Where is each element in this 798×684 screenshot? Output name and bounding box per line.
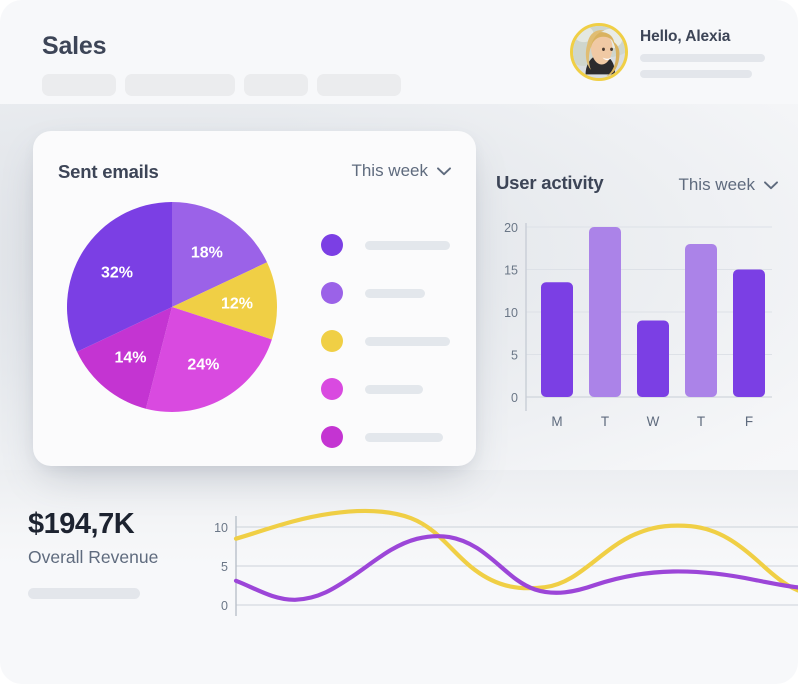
sent-emails-period-dropdown[interactable]: This week	[351, 161, 451, 181]
legend-dot-3	[321, 330, 343, 352]
legend-item[interactable]	[321, 378, 450, 400]
revenue-line-chart: 10 5 0	[203, 500, 798, 630]
page-header: Sales Hello, Alexia	[0, 0, 798, 104]
avatar[interactable]	[570, 23, 628, 81]
revenue-label: Overall Revenue	[28, 547, 159, 567]
bar-chart-y-ticks: 20 15 10 5 0	[504, 221, 518, 405]
chevron-down-icon	[437, 166, 451, 176]
user-activity-title: User activity	[496, 172, 604, 193]
legend-bar-5	[365, 432, 443, 442]
legend-bar-1	[365, 240, 450, 250]
svg-text:T: T	[697, 414, 705, 429]
revenue-value: $194,7K	[28, 508, 135, 540]
legend-item[interactable]	[321, 282, 450, 304]
svg-text:T: T	[601, 414, 609, 429]
legend-item[interactable]	[321, 234, 450, 256]
pie-label-32: 32%	[101, 265, 133, 282]
legend-bar-2	[365, 288, 425, 298]
legend-bar-3	[365, 336, 450, 346]
legend-dot-1	[321, 234, 343, 256]
pie-label-24: 24%	[187, 357, 219, 374]
legend-dot-4	[321, 378, 343, 400]
nav-pill-4[interactable]	[317, 74, 401, 96]
nav-pill-2[interactable]	[125, 74, 235, 96]
user-placeholder-bar-2	[640, 70, 752, 78]
sent-emails-card: Sent emails This week 18% 12% 24% 14% 32…	[33, 131, 476, 466]
pie-label-14: 14%	[114, 350, 146, 367]
user-placeholder-bar-1	[640, 54, 765, 62]
nav-pill-3[interactable]	[244, 74, 308, 96]
pie-label-18: 18%	[191, 245, 223, 262]
revenue-placeholder-bar	[28, 588, 140, 599]
svg-text:M: M	[551, 414, 562, 429]
bar-T1	[589, 227, 621, 397]
sent-emails-title: Sent emails	[58, 161, 159, 182]
legend-dot-2	[321, 282, 343, 304]
nav-pill-1[interactable]	[42, 74, 116, 96]
sent-emails-pie-chart: 18% 12% 24% 14% 32%	[64, 199, 280, 415]
chevron-down-icon	[764, 180, 778, 190]
user-activity-period-dropdown[interactable]: This week	[678, 175, 778, 195]
nav-placeholder-pills	[42, 74, 401, 96]
page-title: Sales	[42, 32, 107, 60]
svg-text:5: 5	[221, 560, 228, 574]
svg-text:20: 20	[504, 221, 518, 235]
user-activity-panel: User activity This week 20 15 10 5 0 M T…	[488, 165, 784, 455]
bar-chart-x-labels: M T W T F	[551, 414, 753, 429]
pie-label-12: 12%	[221, 295, 253, 312]
bar-F	[733, 269, 765, 397]
user-profile[interactable]: Hello, Alexia	[570, 23, 765, 81]
svg-text:15: 15	[504, 264, 518, 278]
bar-W	[637, 320, 669, 397]
sent-emails-period-label: This week	[351, 161, 428, 180]
svg-text:0: 0	[511, 391, 518, 405]
bar-T2	[685, 244, 717, 397]
user-text: Hello, Alexia	[640, 26, 765, 78]
svg-text:0: 0	[221, 599, 228, 613]
svg-text:W: W	[647, 414, 660, 429]
svg-text:5: 5	[511, 349, 518, 363]
overall-revenue-block: $194,7K Overall Revenue	[28, 508, 158, 599]
svg-text:F: F	[745, 414, 753, 429]
greeting-text: Hello, Alexia	[640, 28, 731, 45]
user-activity-bar-chart: 20 15 10 5 0 M T W T F	[504, 221, 772, 429]
legend-bar-4	[365, 384, 423, 394]
dashboard-page: Sales Hello, Alexia Sent emails This wee…	[0, 0, 798, 684]
svg-text:10: 10	[504, 306, 518, 320]
line-series-purple	[233, 534, 798, 602]
user-activity-period-label: This week	[678, 175, 755, 194]
legend-item[interactable]	[321, 330, 450, 352]
svg-text:10: 10	[214, 521, 228, 535]
legend-dot-5	[321, 426, 343, 448]
line-chart-y-ticks: 10 5 0	[214, 521, 228, 613]
bar-M	[541, 282, 573, 397]
legend-item[interactable]	[321, 426, 450, 448]
sent-emails-legend	[321, 234, 450, 448]
